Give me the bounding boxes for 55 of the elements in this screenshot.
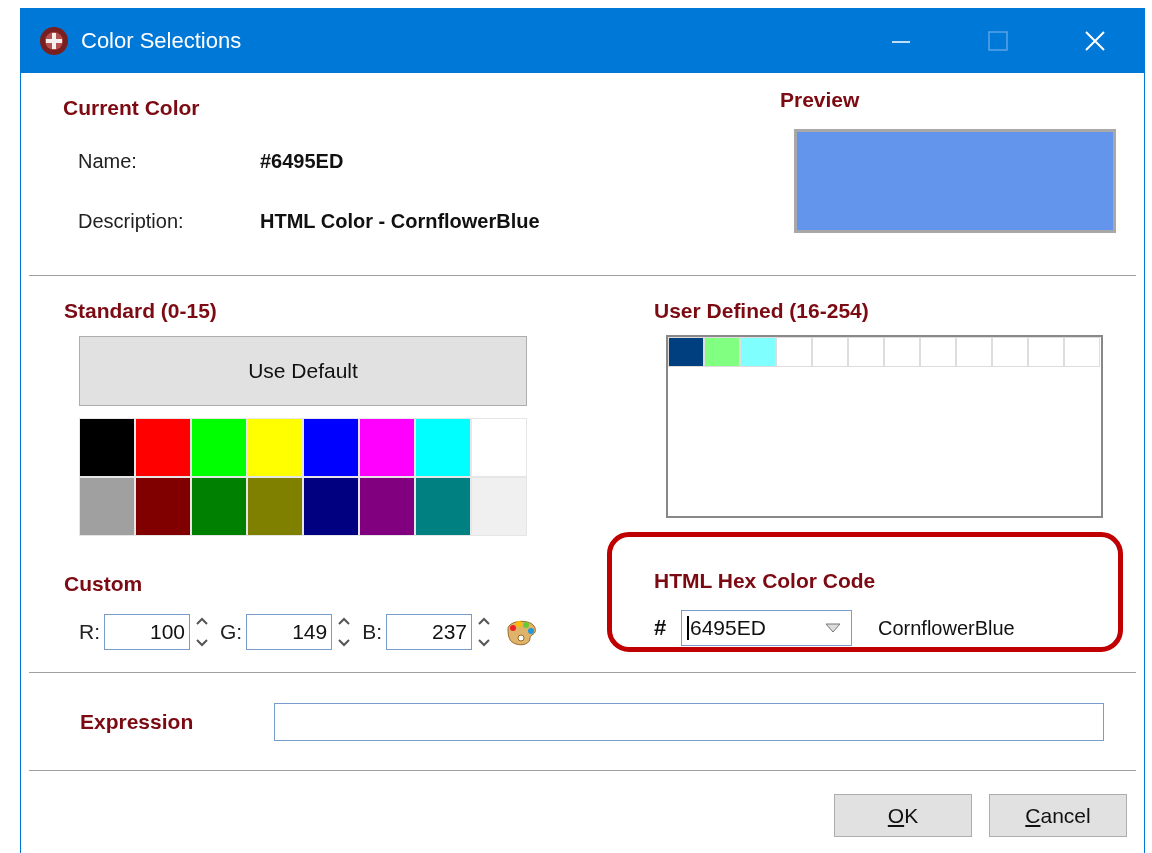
color-swatch[interactable] [247,418,303,477]
color-name-label: CornflowerBlue [878,616,1015,640]
hex-combo-box[interactable]: 6495ED [681,610,852,646]
color-swatch[interactable] [191,477,247,536]
color-swatch[interactable] [884,337,920,367]
use-default-button[interactable]: Use Default [79,336,527,406]
color-swatch[interactable] [1064,337,1100,367]
color-swatch[interactable] [303,477,359,536]
field-label: Name: [78,150,138,173]
color-swatch[interactable] [920,337,956,367]
channel-input[interactable]: 100 [104,614,190,650]
color-swatch[interactable] [135,477,191,536]
color-swatch[interactable] [776,337,812,367]
section-heading: User Defined (16-254) [654,299,870,323]
color-swatch[interactable] [848,337,884,367]
color-swatch[interactable] [956,337,992,367]
channel-label: R: [79,620,100,644]
color-swatch[interactable] [471,418,527,477]
color-swatch[interactable] [359,477,415,536]
channel-label: B: [362,620,382,644]
dialog-button[interactable]: Cancel [989,794,1127,837]
color-swatch[interactable] [135,418,191,477]
section-heading: Current Color [63,96,201,120]
color-swatch[interactable] [415,418,471,477]
color-name-value: #6495ED [260,150,344,173]
channel-label: G: [220,620,243,644]
color-swatch[interactable] [668,337,704,367]
color-swatch[interactable] [1028,337,1064,367]
field-label: Description: [78,210,185,233]
color-swatch[interactable] [471,477,527,536]
color-swatch[interactable] [812,337,848,367]
close-button[interactable] [1084,30,1106,52]
section-heading: HTML Hex Color Code [654,569,877,593]
color-swatch[interactable] [247,477,303,536]
channel-input[interactable]: 237 [386,614,472,650]
hash-label: # [654,615,668,641]
color-swatch[interactable] [79,418,135,477]
color-swatch[interactable] [740,337,776,367]
section-heading: Preview [780,88,861,112]
color-swatch[interactable] [79,477,135,536]
color-swatch[interactable] [359,418,415,477]
color-swatch[interactable] [415,477,471,536]
expression-label: Expression [80,709,195,734]
expression-field[interactable] [274,702,1104,741]
app-icon [39,26,69,56]
color-swatch[interactable] [191,418,247,477]
description-value: HTML Color - CornflowerBlue [260,210,540,233]
section-heading: Standard (0-15) [64,299,218,323]
channel-input[interactable]: 149 [246,614,333,650]
window-title: Color Selections [81,28,243,54]
section-heading: Custom [64,572,144,596]
color-swatch[interactable] [303,418,359,477]
color-swatch[interactable] [704,337,740,367]
dialog-button[interactable]: OK [834,794,972,837]
color-swatch[interactable] [992,337,1028,367]
